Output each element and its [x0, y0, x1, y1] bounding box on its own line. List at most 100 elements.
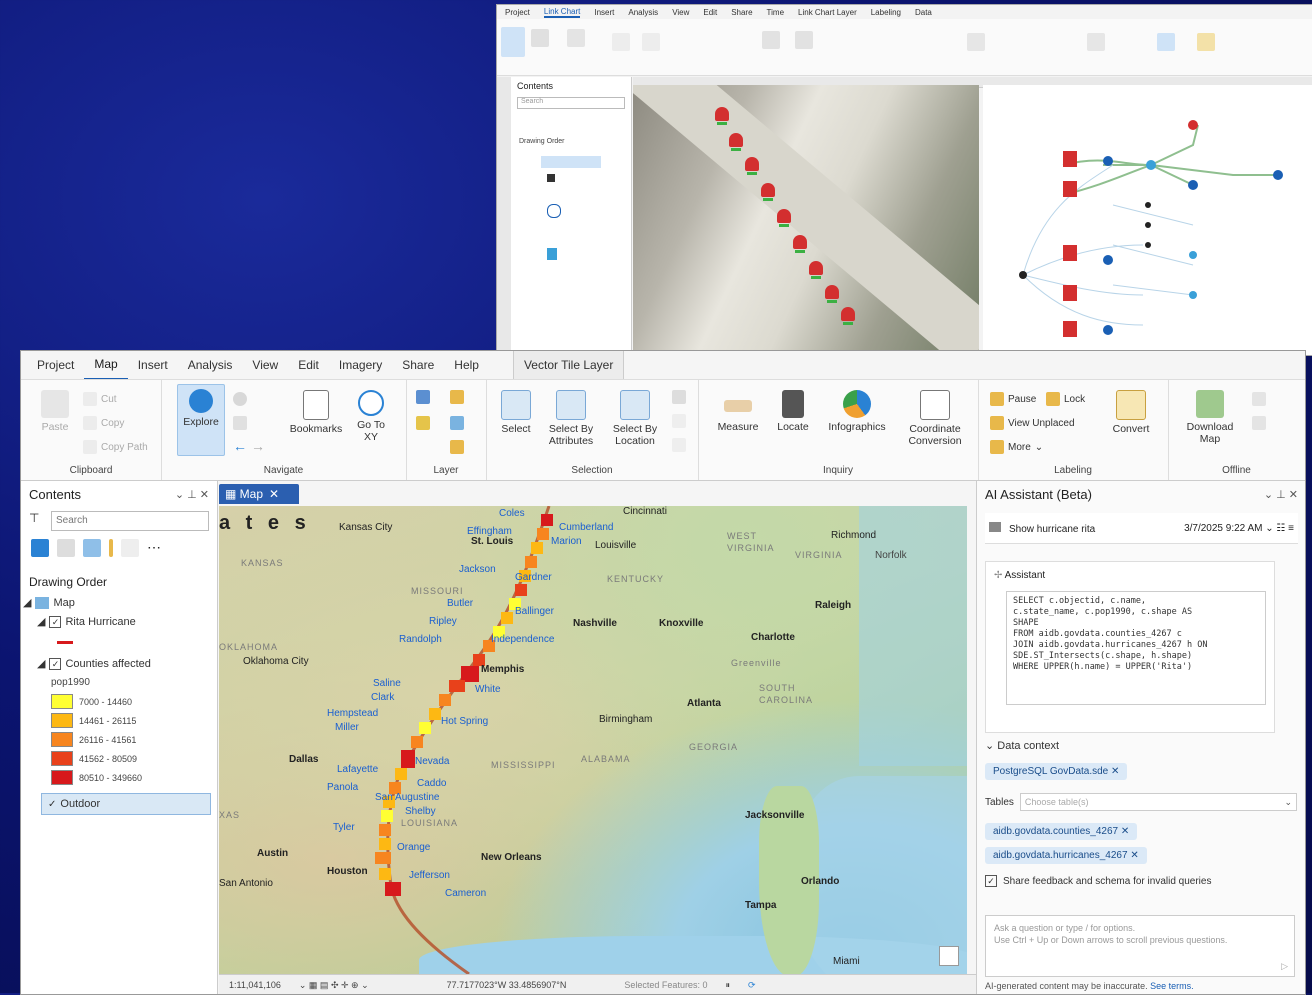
- search-filter-icon[interactable]: [567, 29, 585, 47]
- county-polygon[interactable]: [541, 514, 553, 526]
- copy-path-button[interactable]: Copy Path: [83, 440, 148, 454]
- aircraft-marker[interactable]: [729, 133, 743, 151]
- go-to-xy-button[interactable]: Go To XY: [349, 390, 393, 443]
- tables-select[interactable]: Choose table(s) ⌄: [1019, 793, 1297, 811]
- tab-project[interactable]: Project: [27, 351, 84, 379]
- back-tab-data[interactable]: Data: [915, 8, 932, 17]
- remove-button[interactable]: [1252, 416, 1266, 430]
- aircraft-marker[interactable]: [715, 107, 729, 125]
- new-chat-icon[interactable]: ☷: [1276, 523, 1285, 534]
- zoom-to-button[interactable]: [672, 438, 686, 452]
- back-tab-insert[interactable]: Insert: [594, 8, 614, 17]
- share-feedback-checkbox[interactable]: ✓ Share feedback and schema for invalid …: [985, 875, 1211, 887]
- aircraft-marker[interactable]: [841, 307, 855, 325]
- county-polygon[interactable]: [525, 556, 537, 568]
- send-icon[interactable]: ▷: [1281, 960, 1288, 972]
- tab-analysis[interactable]: Analysis: [178, 351, 243, 379]
- refresh-icon[interactable]: ⟳: [748, 980, 756, 991]
- centrality-icon[interactable]: [762, 31, 780, 49]
- connect-icon[interactable]: [642, 33, 660, 51]
- back-tab-link-chart-layer[interactable]: Link Chart Layer: [798, 8, 857, 17]
- county-polygon[interactable]: [379, 868, 391, 880]
- tab-imagery[interactable]: Imagery: [329, 351, 392, 379]
- back-forward-button[interactable]: ← →: [233, 438, 265, 454]
- map-overview-icon[interactable]: [939, 946, 959, 966]
- add-preset-button[interactable]: [416, 416, 430, 430]
- county-polygon[interactable]: [379, 824, 391, 836]
- data-source-icon[interactable]: [57, 539, 75, 557]
- data-context-heading[interactable]: ⌄ Data context: [985, 739, 1059, 752]
- download-map-button[interactable]: Download Map: [1180, 390, 1240, 445]
- explore-icon[interactable]: [501, 27, 525, 57]
- county-polygon[interactable]: [411, 736, 423, 748]
- back-tab-analysis[interactable]: Analysis: [628, 8, 658, 17]
- bookmarks-button[interactable]: Bookmarks: [287, 390, 345, 435]
- back-tab-share[interactable]: Share: [731, 8, 752, 17]
- table-chip-2[interactable]: aidb.govdata.hurricanes_4267 ✕: [985, 847, 1147, 864]
- explore-button[interactable]: Explore: [177, 384, 225, 456]
- locate-button[interactable]: Locate: [770, 390, 816, 433]
- sql-code-block[interactable]: SELECT c.objectid, c.name, c.state_name,…: [1006, 591, 1266, 705]
- menu-icon[interactable]: ≡: [1288, 523, 1294, 534]
- view-unplaced-button[interactable]: View Unplaced: [990, 416, 1075, 430]
- add-data-button[interactable]: [450, 390, 464, 404]
- infographics-button[interactable]: Infographics: [822, 390, 892, 433]
- checkbox-checked-icon[interactable]: ✓: [985, 875, 997, 887]
- full-extent-button[interactable]: [233, 392, 247, 406]
- back-selected-layer[interactable]: [541, 156, 601, 168]
- county-polygon[interactable]: [515, 584, 527, 596]
- more-options-icon[interactable]: ⋯: [147, 539, 165, 557]
- tab-edit[interactable]: Edit: [288, 351, 329, 379]
- ask-question-input[interactable]: Ask a question or type / for options. Us…: [985, 915, 1295, 977]
- datasource-chip[interactable]: PostgreSQL GovData.sde ✕: [985, 763, 1128, 780]
- filter-icon[interactable]: ⊤: [29, 511, 39, 525]
- select-button[interactable]: Select: [496, 390, 536, 435]
- county-polygon[interactable]: [449, 680, 465, 692]
- county-polygon[interactable]: [381, 810, 393, 822]
- sync-button[interactable]: [1252, 392, 1266, 406]
- add-graphics-button[interactable]: [450, 416, 464, 430]
- aircraft-marker[interactable]: [761, 183, 775, 201]
- remove-chip-icon[interactable]: ✕: [1111, 766, 1119, 777]
- tab-map-view[interactable]: ▦ Map ✕: [219, 484, 299, 504]
- aircraft-marker[interactable]: [825, 285, 839, 303]
- map-view[interactable]: a t e s Kansas City KANSAS St. Louis Eff…: [219, 506, 967, 974]
- close-icon[interactable]: ✕: [269, 487, 279, 501]
- pane-controls[interactable]: ⌄ ⊥ ✕: [1264, 488, 1298, 501]
- paste-button[interactable]: Paste: [33, 390, 77, 433]
- status-tools-icon[interactable]: ⌄ ▦ ▤ ✣ ✛ ⊕ ⌄: [299, 980, 369, 991]
- county-polygon[interactable]: [379, 838, 391, 850]
- county-polygon[interactable]: [375, 852, 391, 864]
- grid-icon[interactable]: [531, 29, 549, 47]
- aircraft-marker[interactable]: [793, 235, 807, 253]
- contents-search-input[interactable]: Search: [51, 511, 209, 531]
- lock-button[interactable]: Lock: [1046, 392, 1085, 406]
- checkbox-checked-icon[interactable]: ✓: [49, 657, 62, 670]
- select-by-attributes-button[interactable]: Select By Attributes: [542, 390, 600, 447]
- fixed-zoom-button[interactable]: [233, 416, 247, 430]
- map-scale[interactable]: 1:11,041,106: [229, 980, 281, 990]
- tab-map[interactable]: Map: [84, 351, 128, 380]
- back-tab-labeling[interactable]: Labeling: [871, 8, 901, 17]
- see-terms-link[interactable]: See terms.: [1150, 981, 1194, 991]
- tab-insert[interactable]: Insert: [128, 351, 178, 379]
- county-polygon[interactable]: [385, 882, 401, 896]
- link-chart-graph[interactable]: [983, 85, 1312, 356]
- convert-button[interactable]: Convert: [1106, 390, 1156, 435]
- toc-counties-layer[interactable]: ◢ ✓ Counties affected: [21, 654, 217, 673]
- history-selector[interactable]: Show hurricane rita 3/7/2025 9:22 AM ⌄ ☷…: [985, 513, 1298, 544]
- pane-controls[interactable]: ⌄ ⊥ ✕: [175, 488, 209, 501]
- selection-icon[interactable]: [83, 539, 101, 557]
- attributes-button[interactable]: [672, 390, 686, 404]
- tab-view[interactable]: View: [242, 351, 288, 379]
- drawing-order-icon[interactable]: [31, 539, 49, 557]
- select-by-location-button[interactable]: Select By Location: [606, 390, 664, 447]
- toc-map[interactable]: ◢ Map: [21, 593, 217, 612]
- merge-icon[interactable]: [1157, 33, 1175, 51]
- toc-outdoor-layer[interactable]: ✓ Outdoor: [41, 793, 211, 815]
- county-polygon[interactable]: [395, 768, 407, 780]
- back-tab-edit[interactable]: Edit: [703, 8, 717, 17]
- measure-button[interactable]: Measure: [712, 390, 764, 433]
- layer-tool-button[interactable]: [450, 440, 464, 454]
- clear-button[interactable]: [672, 414, 686, 428]
